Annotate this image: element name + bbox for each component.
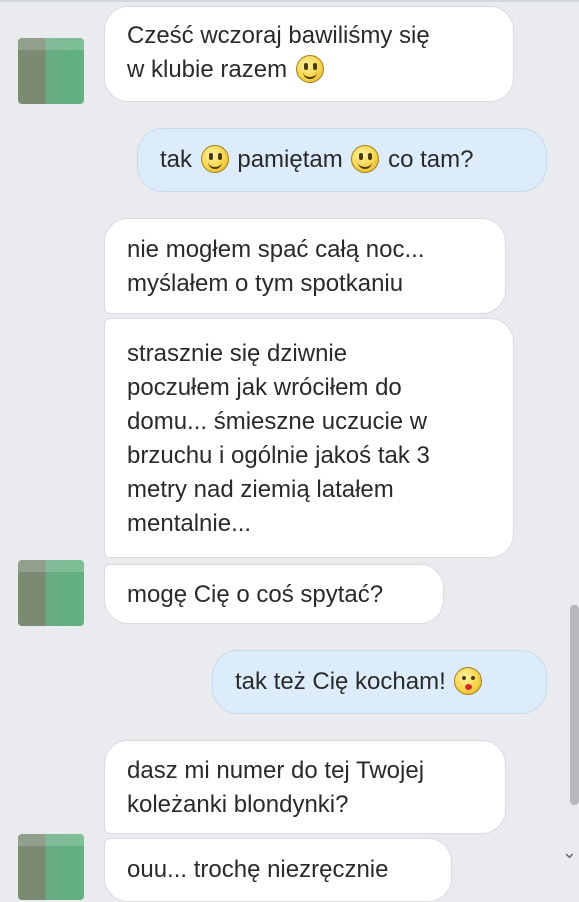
- message-text: w klubie razem: [127, 56, 288, 83]
- message-bubble-outgoing[interactable]: tak pamiętam co tam?: [137, 128, 547, 192]
- message-text: metry nad ziemią latałem: [127, 476, 394, 503]
- kiss-emoji-icon: [454, 667, 483, 695]
- smile-emoji-icon: [351, 145, 380, 173]
- message-text: domu... śmieszne uczucie w: [127, 408, 428, 435]
- message-text: brzuchu i ogólnie jakoś tak 3: [127, 442, 430, 469]
- smile-emoji-icon: [295, 55, 324, 83]
- message-bubble-incoming[interactable]: mogę Cię o coś spytać?: [104, 564, 444, 624]
- contact-avatar[interactable]: [18, 834, 84, 900]
- message-bubble-incoming[interactable]: Cześć wczoraj bawiliśmy się w klubie raz…: [104, 6, 514, 102]
- message-text: tak: [160, 146, 193, 173]
- message-text: pamiętam: [237, 146, 343, 173]
- message-text: koleżanki blondynki?: [127, 791, 349, 818]
- message-text: mentalnie...: [127, 510, 252, 537]
- message-bubble-incoming[interactable]: strasznie się dziwnie poczułem jak wróci…: [104, 318, 514, 558]
- scroll-down-arrow-icon[interactable]: ⌄: [562, 842, 577, 863]
- message-text: mogę Cię o coś spytać?: [127, 581, 384, 608]
- smile-emoji-icon: [200, 145, 229, 173]
- message-text: co tam?: [388, 146, 474, 173]
- message-text: ouu... trochę niezręcznie: [127, 856, 389, 883]
- message-text: nie mogłem spać całą noc...: [127, 236, 425, 263]
- message-bubble-outgoing[interactable]: tak też Cię kocham!: [212, 650, 547, 714]
- message-text: myślałem o tym spotkaniu: [127, 270, 404, 297]
- scrollbar-thumb[interactable]: [570, 605, 579, 805]
- top-divider: [0, 0, 579, 2]
- message-text: strasznie się dziwnie: [127, 340, 348, 367]
- message-bubble-incoming[interactable]: dasz mi numer do tej Twojej koleżanki bl…: [104, 740, 506, 834]
- contact-avatar[interactable]: [18, 38, 84, 104]
- message-text: poczułem jak wróciłem do: [127, 374, 402, 401]
- message-text: tak też Cię kocham!: [235, 668, 446, 695]
- message-bubble-incoming[interactable]: ouu... trochę niezręcznie: [104, 838, 452, 902]
- message-text: dasz mi numer do tej Twojej: [127, 757, 425, 784]
- message-bubble-incoming[interactable]: nie mogłem spać całą noc... myślałem o t…: [104, 218, 506, 314]
- message-text: Cześć wczoraj bawiliśmy się: [127, 22, 430, 49]
- contact-avatar[interactable]: [18, 560, 84, 626]
